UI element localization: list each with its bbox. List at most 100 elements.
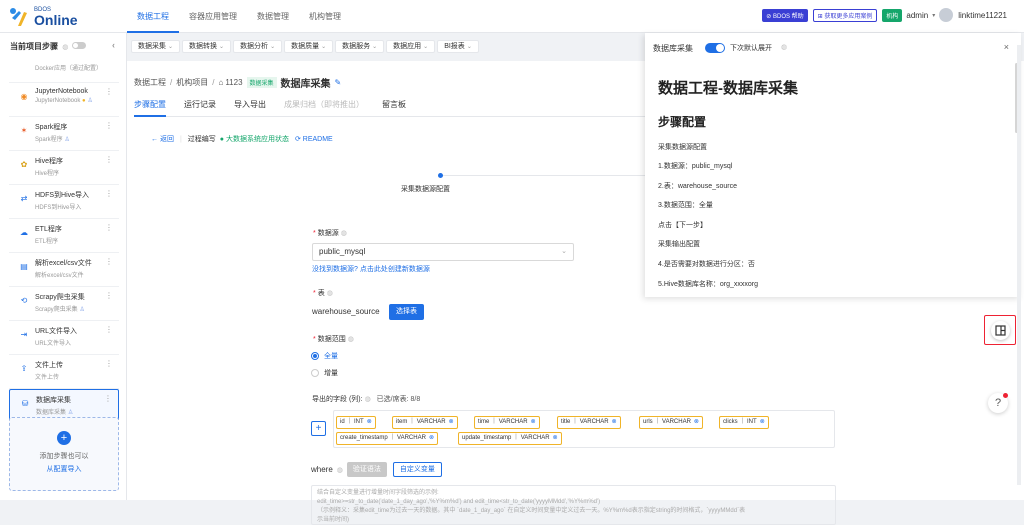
step-item-sub: 数据库采集 ♙ <box>36 410 74 416</box>
step-item-hive[interactable]: ✿ Hive程序 Hive程序 ⋮ <box>9 151 119 185</box>
cases-badge[interactable]: ⊞ 获取更多应用案例 <box>812 8 878 22</box>
import-from-config-link[interactable]: 从配置导入 <box>10 464 118 474</box>
subnav-analysis[interactable]: 数据分析 ⌄ <box>233 40 283 53</box>
more-icon[interactable]: ⋮ <box>105 291 113 300</box>
org-badge: 机构 <box>882 8 903 22</box>
status-badge: ● 大数据系统应用状态 <box>219 136 289 143</box>
field-chip[interactable]: time ｜ VARCHAR ⊗ <box>474 416 540 429</box>
page-scrollbar[interactable] <box>1017 45 1021 485</box>
panel-toggle-button[interactable] <box>984 315 1016 345</box>
tab-step-config[interactable]: 步骤配置 <box>134 99 166 117</box>
where-textarea[interactable]: 结合自定义变量进行增量时间字段筛选的示例: edit_time>=str_to_… <box>311 485 836 525</box>
edit-icon[interactable]: ✎ <box>335 78 342 87</box>
more-icon[interactable]: ⋮ <box>105 325 113 334</box>
help-line: 采集数据源配置 <box>658 144 707 151</box>
close-icon: ⊗ <box>530 419 536 425</box>
collapse-icon[interactable]: ‹ <box>112 40 115 50</box>
help-subtitle: 步骤配置 <box>658 115 707 129</box>
field-chip[interactable]: urls ｜ VARCHAR ⊗ <box>639 416 703 429</box>
logo-icon <box>10 8 27 26</box>
spark-icon: ✶ <box>20 126 28 135</box>
tab-run-records[interactable]: 运行记录 <box>184 99 216 117</box>
where-label: where <box>311 465 333 474</box>
topnav-container-apps[interactable]: 容器应用管理 <box>179 0 247 33</box>
help-line: 点击【下一步】 <box>658 222 707 229</box>
step-item-jupyter[interactable]: ◉ JupyterNotebook JupyterNotebook ● ♙ ⋮ <box>9 83 119 117</box>
more-icon[interactable]: ⋮ <box>105 121 113 130</box>
more-icon[interactable]: ⋮ <box>105 223 113 232</box>
step-item-hdfs-hive[interactable]: ⇄ HDFS到Hive导入 HDFS到Hive导入 ⋮ <box>9 185 119 219</box>
field-chip[interactable]: title ｜ VARCHAR ⊗ <box>557 416 621 429</box>
crumb-project-id[interactable]: 1123 <box>225 78 242 87</box>
close-icon: ⊗ <box>693 419 699 425</box>
subnav-quality[interactable]: 数据质量 ⌄ <box>284 40 334 53</box>
more-icon[interactable]: ⋮ <box>105 87 113 96</box>
step-item-spark[interactable]: ✶ Spark程序 Spark程序 ♙ ⋮ <box>9 117 119 151</box>
step-type-tag: 数据采集 <box>246 77 277 88</box>
subnav-service[interactable]: 数据服务 ⌄ <box>335 40 385 53</box>
user-name[interactable]: linktime11221 <box>958 11 1007 20</box>
field-chip[interactable]: update_timestamp ｜ VARCHAR ⊗ <box>458 432 562 445</box>
step-item-sub: Scrapy爬虫采集 ♙ <box>35 307 85 313</box>
step-item-sub: 文件上传 <box>35 375 60 381</box>
top-bar: BDOS Online 数据工程 容器应用管理 数据管理 机构管理 ⊘ BDOS… <box>0 0 1024 33</box>
step-item-excel[interactable]: ▤ 解析excel/csv文件 解析excel/csv文件 ⋮ <box>9 253 119 287</box>
custom-variable-button[interactable]: 自定义变量 <box>392 462 442 477</box>
brand-logo[interactable]: BDOS Online <box>8 6 78 28</box>
subnav-collect[interactable]: 数据采集 ⌄ <box>131 40 181 53</box>
help-badge-icon: ⊘ <box>766 13 773 20</box>
topnav-org-management[interactable]: 机构管理 <box>299 0 351 33</box>
step-toggle[interactable] <box>72 42 86 49</box>
more-icon[interactable]: ⋮ <box>105 155 113 164</box>
field-chip[interactable]: item ｜ VARCHAR ⊗ <box>392 416 458 429</box>
datasource-select[interactable]: public_mysql ⌄ <box>312 243 574 261</box>
topnav-data-engineering[interactable]: 数据工程 <box>127 0 179 33</box>
crumb-data-engineering[interactable]: 数据工程 <box>134 77 166 88</box>
sidebar-header: 当前项目步骤 ◍ ‹ <box>0 33 126 59</box>
avatar[interactable] <box>939 8 954 22</box>
radio-full[interactable]: 全量 <box>311 351 338 361</box>
select-table-button[interactable]: 选择表 <box>389 304 424 320</box>
help-panel: 数据库采集 下次默认展开 ◍ × 数据工程-数据库采集 步骤配置 采集数据源配置… <box>645 33 1021 297</box>
question-icon[interactable]: ◍ <box>62 44 68 51</box>
add-step-area[interactable]: + 添加步骤也可以 从配置导入 <box>9 417 119 491</box>
transfer-icon: ⇄ <box>20 194 28 203</box>
more-icon[interactable]: ⋮ <box>105 257 113 266</box>
step-item-docker[interactable]: Docker应用（通过配置） <box>9 59 119 83</box>
subnav-bi[interactable]: BI报表 ⌄ <box>437 40 479 53</box>
step-item-etl[interactable]: ☁ ETL程序 ETL程序 ⋮ <box>9 219 119 253</box>
crumb-org-project[interactable]: 机构项目 <box>176 77 208 88</box>
tab-message-board[interactable]: 留言板 <box>382 99 406 117</box>
admin-menu[interactable]: admin <box>906 11 928 20</box>
field-chip[interactable]: create_timestamp ｜ VARCHAR ⊗ <box>336 432 438 445</box>
database-icon: ⛁ <box>21 399 29 408</box>
close-icon[interactable]: × <box>1004 42 1009 52</box>
subnav-transform[interactable]: 数据转换 ⌄ <box>182 40 232 53</box>
sync-icon: ⟳ <box>294 136 303 143</box>
help-question-button[interactable]: ? <box>988 393 1008 413</box>
create-datasource-link[interactable]: 没找到数据源? 点击此处创建新数据源 <box>312 264 430 274</box>
readme-link[interactable]: ⟳ README <box>295 135 333 143</box>
more-icon[interactable]: ⋮ <box>104 394 112 403</box>
step-item-url[interactable]: ⇥ URL文件导入 URL文件导入 ⋮ <box>9 321 119 355</box>
help-badge[interactable]: ⊘ BDOS 帮助 <box>762 8 808 22</box>
tab-import-export[interactable]: 导入导出 <box>234 99 266 117</box>
step-item-scrapy[interactable]: ⟲ Scrapy爬虫采集 Scrapy爬虫采集 ♙ ⋮ <box>9 287 119 321</box>
chevron-down-icon[interactable]: ▾ <box>932 12 935 19</box>
add-field-button[interactable]: + <box>311 421 326 436</box>
field-chip[interactable]: clicks ｜ INT ⊗ <box>719 416 769 429</box>
step-item-upload[interactable]: ⇪ 文件上传 文件上传 ⋮ <box>9 355 119 389</box>
more-icon[interactable]: ⋮ <box>105 189 113 198</box>
subnav-application[interactable]: 数据应用 ⌄ <box>386 40 436 53</box>
field-chip[interactable]: id ｜ INT ⊗ <box>336 416 376 429</box>
default-open-toggle[interactable] <box>705 43 725 53</box>
radio-incremental[interactable]: 增量 <box>311 368 338 378</box>
more-icon[interactable]: ⋮ <box>105 359 113 368</box>
back-link[interactable]: ← 返回 <box>151 134 174 144</box>
plus-icon[interactable]: + <box>57 431 71 445</box>
validate-syntax-button[interactable]: 验证语法 <box>346 462 387 477</box>
upload-icon: ⇪ <box>20 364 28 373</box>
topnav-data-management[interactable]: 数据管理 <box>247 0 299 33</box>
radio-dot <box>311 369 319 377</box>
step-item-sub: ETL程序 <box>35 239 59 245</box>
